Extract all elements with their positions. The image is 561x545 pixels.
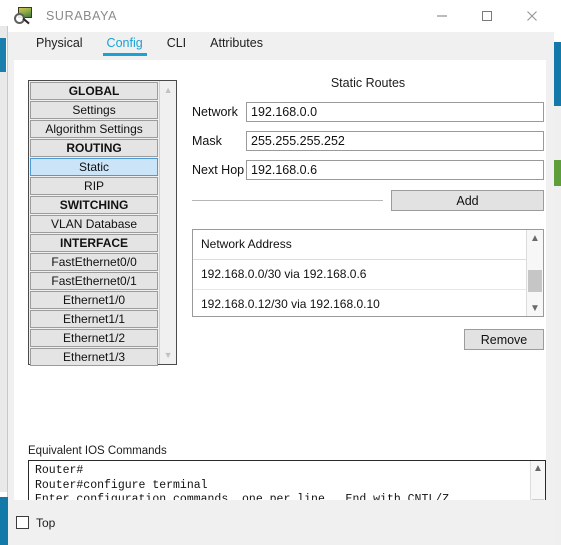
backdrop-edge-right-lower bbox=[554, 186, 561, 545]
sidebar-item-fastethernet0-0[interactable]: FastEthernet0/0 bbox=[30, 253, 159, 271]
static-routes-pane: Static Routes Network Mask Next Hop Add bbox=[192, 76, 544, 350]
sidebar-item-ethernet1-3[interactable]: Ethernet1/3 bbox=[30, 348, 159, 366]
tab-attributes-label: Attributes bbox=[210, 36, 263, 50]
backdrop-accent-green bbox=[554, 160, 561, 186]
close-icon[interactable] bbox=[509, 0, 554, 32]
add-route-row: Add bbox=[192, 190, 544, 211]
window-bottom-bar: Top bbox=[8, 500, 554, 545]
window-body: GLOBAL Settings Algorithm Settings ROUTI… bbox=[8, 60, 554, 545]
sidebar-header-switching: SWITCHING bbox=[30, 196, 159, 214]
backdrop-accent-bottom bbox=[0, 497, 8, 545]
sidebar-item-ethernet1-2[interactable]: Ethernet1/2 bbox=[30, 329, 159, 347]
remove-route-row: Remove bbox=[192, 329, 544, 350]
sidebar-item-ethernet1-0[interactable]: Ethernet1/0 bbox=[30, 291, 159, 309]
tab-cli[interactable]: CLI bbox=[155, 32, 198, 56]
network-input[interactable] bbox=[246, 102, 544, 122]
routes-scroll-down-icon[interactable]: ▼ bbox=[527, 301, 543, 315]
tab-attributes[interactable]: Attributes bbox=[198, 32, 275, 56]
sidebar-scrollbar[interactable]: ▲ ▼ bbox=[159, 81, 176, 364]
window-titlebar[interactable]: SURABAYA bbox=[8, 0, 554, 32]
network-field-row: Network bbox=[192, 102, 544, 122]
backdrop-edge-left bbox=[0, 72, 7, 492]
routes-listbox[interactable]: Network Address 192.168.0.0/30 via 192.1… bbox=[192, 229, 544, 317]
routes-scrollbar[interactable]: ▲ ▼ bbox=[526, 230, 543, 316]
top-checkbox-label: Top bbox=[36, 515, 56, 530]
ios-scroll-up-icon[interactable]: ▲ bbox=[531, 462, 545, 475]
tab-config[interactable]: Config bbox=[95, 32, 155, 56]
sidebar-item-algorithm-settings[interactable]: Algorithm Settings bbox=[30, 120, 159, 138]
sidebar-item-vlan-database[interactable]: VLAN Database bbox=[30, 215, 159, 233]
routes-scroll-thumb[interactable] bbox=[528, 270, 542, 292]
tab-physical-label: Physical bbox=[36, 36, 83, 50]
sidebar-item-rip[interactable]: RIP bbox=[30, 177, 159, 195]
sidebar-item-static[interactable]: Static bbox=[30, 158, 159, 176]
window-controls bbox=[419, 0, 554, 32]
add-button[interactable]: Add bbox=[391, 190, 544, 211]
network-label: Network bbox=[192, 105, 238, 119]
equivalent-ios-commands-label: Equivalent IOS Commands bbox=[28, 445, 167, 457]
tab-active-underline bbox=[102, 53, 147, 56]
list-item[interactable]: 192.168.0.12/30 via 192.168.0.10 bbox=[193, 290, 526, 316]
sidebar-scroll-down-icon[interactable]: ▼ bbox=[160, 348, 176, 362]
routes-scroll-up-icon[interactable]: ▲ bbox=[527, 231, 543, 245]
config-sidebar: GLOBAL Settings Algorithm Settings ROUTI… bbox=[28, 80, 177, 366]
device-config-window: SURABAYA Physical Config CLI Attributes bbox=[8, 0, 554, 545]
window-title: SURABAYA bbox=[46, 9, 118, 23]
list-item[interactable]: 192.168.0.0/30 via 192.168.0.6 bbox=[193, 260, 526, 290]
mask-input[interactable] bbox=[246, 131, 544, 151]
routes-rows: Network Address 192.168.0.0/30 via 192.1… bbox=[193, 230, 526, 316]
top-checkbox[interactable] bbox=[16, 516, 29, 529]
backdrop-edge-top bbox=[0, 26, 7, 38]
mask-field-row: Mask bbox=[192, 131, 544, 151]
sidebar-item-ethernet1-1[interactable]: Ethernet1/1 bbox=[30, 310, 159, 328]
backdrop-accent-right bbox=[554, 42, 561, 106]
next-hop-input[interactable] bbox=[246, 160, 544, 180]
backdrop-edge-right-upper bbox=[554, 106, 561, 160]
tab-cli-label: CLI bbox=[166, 36, 187, 50]
form-separator bbox=[192, 200, 383, 201]
sidebar-header-interface: INTERFACE bbox=[30, 234, 159, 252]
config-content-panel: GLOBAL Settings Algorithm Settings ROUTI… bbox=[14, 60, 546, 540]
tab-bar: Physical Config CLI Attributes bbox=[8, 32, 554, 60]
mask-label: Mask bbox=[192, 134, 222, 148]
config-sidebar-list: GLOBAL Settings Algorithm Settings ROUTI… bbox=[29, 81, 159, 366]
routes-list-header: Network Address bbox=[193, 230, 526, 260]
tab-config-label: Config bbox=[106, 36, 143, 50]
static-routes-title: Static Routes bbox=[330, 76, 406, 90]
sidebar-scroll-up-icon[interactable]: ▲ bbox=[160, 83, 176, 97]
minimize-icon[interactable] bbox=[419, 0, 464, 32]
packet-tracer-device-icon bbox=[14, 6, 36, 26]
sidebar-header-global: GLOBAL bbox=[30, 82, 159, 100]
backdrop-accent-left bbox=[0, 38, 6, 72]
sidebar-header-routing: ROUTING bbox=[30, 139, 159, 157]
tab-physical[interactable]: Physical bbox=[24, 32, 95, 56]
next-hop-field-row: Next Hop bbox=[192, 160, 544, 180]
sidebar-item-fastethernet0-1[interactable]: FastEthernet0/1 bbox=[30, 272, 159, 290]
remove-button[interactable]: Remove bbox=[464, 329, 544, 350]
sidebar-item-settings[interactable]: Settings bbox=[30, 101, 159, 119]
maximize-icon[interactable] bbox=[464, 0, 509, 32]
next-hop-label: Next Hop bbox=[192, 163, 245, 177]
